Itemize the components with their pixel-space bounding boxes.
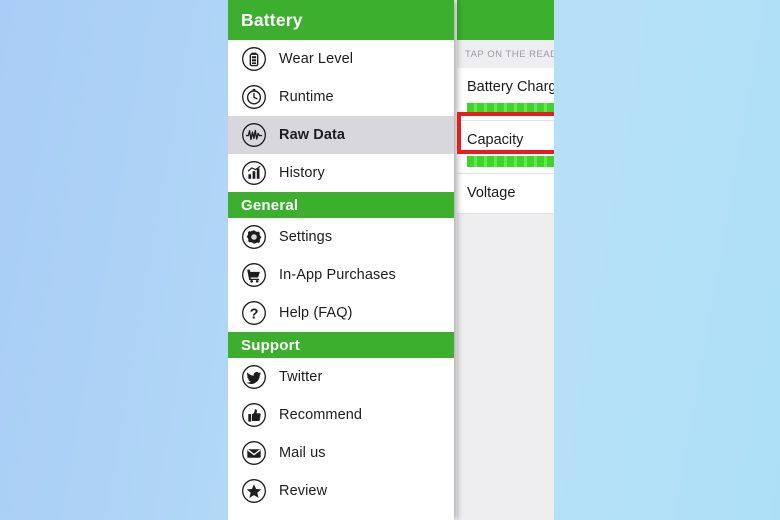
navigation-drawer: Battery Wear Level Runtime Raw Data Hist… [228, 0, 454, 520]
thumbs-up-icon [241, 402, 267, 428]
sidebar-item-label: Wear Level [279, 51, 354, 67]
sidebar-item-label: Mail us [279, 445, 326, 461]
sidebar-item-label: Review [279, 483, 328, 499]
clock-icon [241, 84, 267, 110]
page-title: Battery [241, 9, 303, 30]
phone-screen: TAP ON THE READ Battery Charg Capacity V… [228, 0, 554, 520]
sidebar-item-review[interactable]: Review [228, 472, 454, 510]
twitter-bird-icon [241, 364, 267, 390]
reading-row[interactable]: Capacity [457, 121, 554, 174]
reading-progress-bar [467, 156, 554, 167]
sidebar-item-label: Settings [279, 229, 333, 245]
tap-hint-text: TAP ON THE READ [457, 40, 554, 68]
star-icon [241, 478, 267, 504]
sidebar-item-history[interactable]: History [228, 154, 454, 192]
sidebar-item-label: Help (FAQ) [279, 305, 353, 321]
reading-title: Capacity [467, 132, 524, 148]
reading-progress-bar [467, 103, 554, 114]
sidebar-item-twitter[interactable]: Twitter [228, 358, 454, 396]
app-header: Battery [228, 0, 454, 40]
reading-title: Voltage [467, 185, 516, 201]
sidebar-section-general: General [228, 192, 454, 218]
question-mark-icon: ? [241, 300, 267, 326]
sidebar-item-label: History [279, 165, 325, 181]
reading-row[interactable]: Battery Charg [457, 68, 554, 121]
sidebar-item-in-app-purchases[interactable]: In-App Purchases [228, 256, 454, 294]
sidebar-item-mail-us[interactable]: Mail us [228, 434, 454, 472]
reading-row[interactable]: Voltage [457, 174, 554, 214]
reading-title: Battery Charg [467, 79, 554, 95]
battery-icon [241, 46, 267, 72]
shopping-cart-icon [241, 262, 267, 288]
sidebar-item-label: In-App Purchases [279, 267, 396, 283]
sidebar-item-wear-level[interactable]: Wear Level [228, 40, 454, 78]
tap-hint-label: TAP ON THE READ [465, 48, 554, 60]
content-panel-green-header [457, 0, 554, 40]
svg-text:?: ? [250, 307, 259, 323]
sidebar-section-label: Support [241, 336, 300, 354]
sidebar-section-label: General [241, 196, 299, 214]
waveform-icon [241, 122, 267, 148]
sidebar-item-label: Runtime [279, 89, 334, 105]
envelope-icon [241, 440, 267, 466]
bar-chart-icon [241, 160, 267, 186]
sidebar-item-help-faq[interactable]: ? Help (FAQ) [228, 294, 454, 332]
content-panel: TAP ON THE READ Battery Charg Capacity V… [457, 0, 554, 520]
sidebar-section-support: Support [228, 332, 454, 358]
sidebar-item-label: Raw Data [279, 127, 346, 143]
sidebar-item-runtime[interactable]: Runtime [228, 78, 454, 116]
gear-icon [241, 224, 267, 250]
readings-list: Battery Charg Capacity Voltage [457, 68, 554, 214]
sidebar-item-raw-data[interactable]: Raw Data [228, 116, 454, 154]
sidebar-item-recommend[interactable]: Recommend [228, 396, 454, 434]
sidebar-item-settings[interactable]: Settings [228, 218, 454, 256]
sidebar-item-label: Twitter [279, 369, 323, 385]
sidebar-item-label: Recommend [279, 407, 363, 423]
